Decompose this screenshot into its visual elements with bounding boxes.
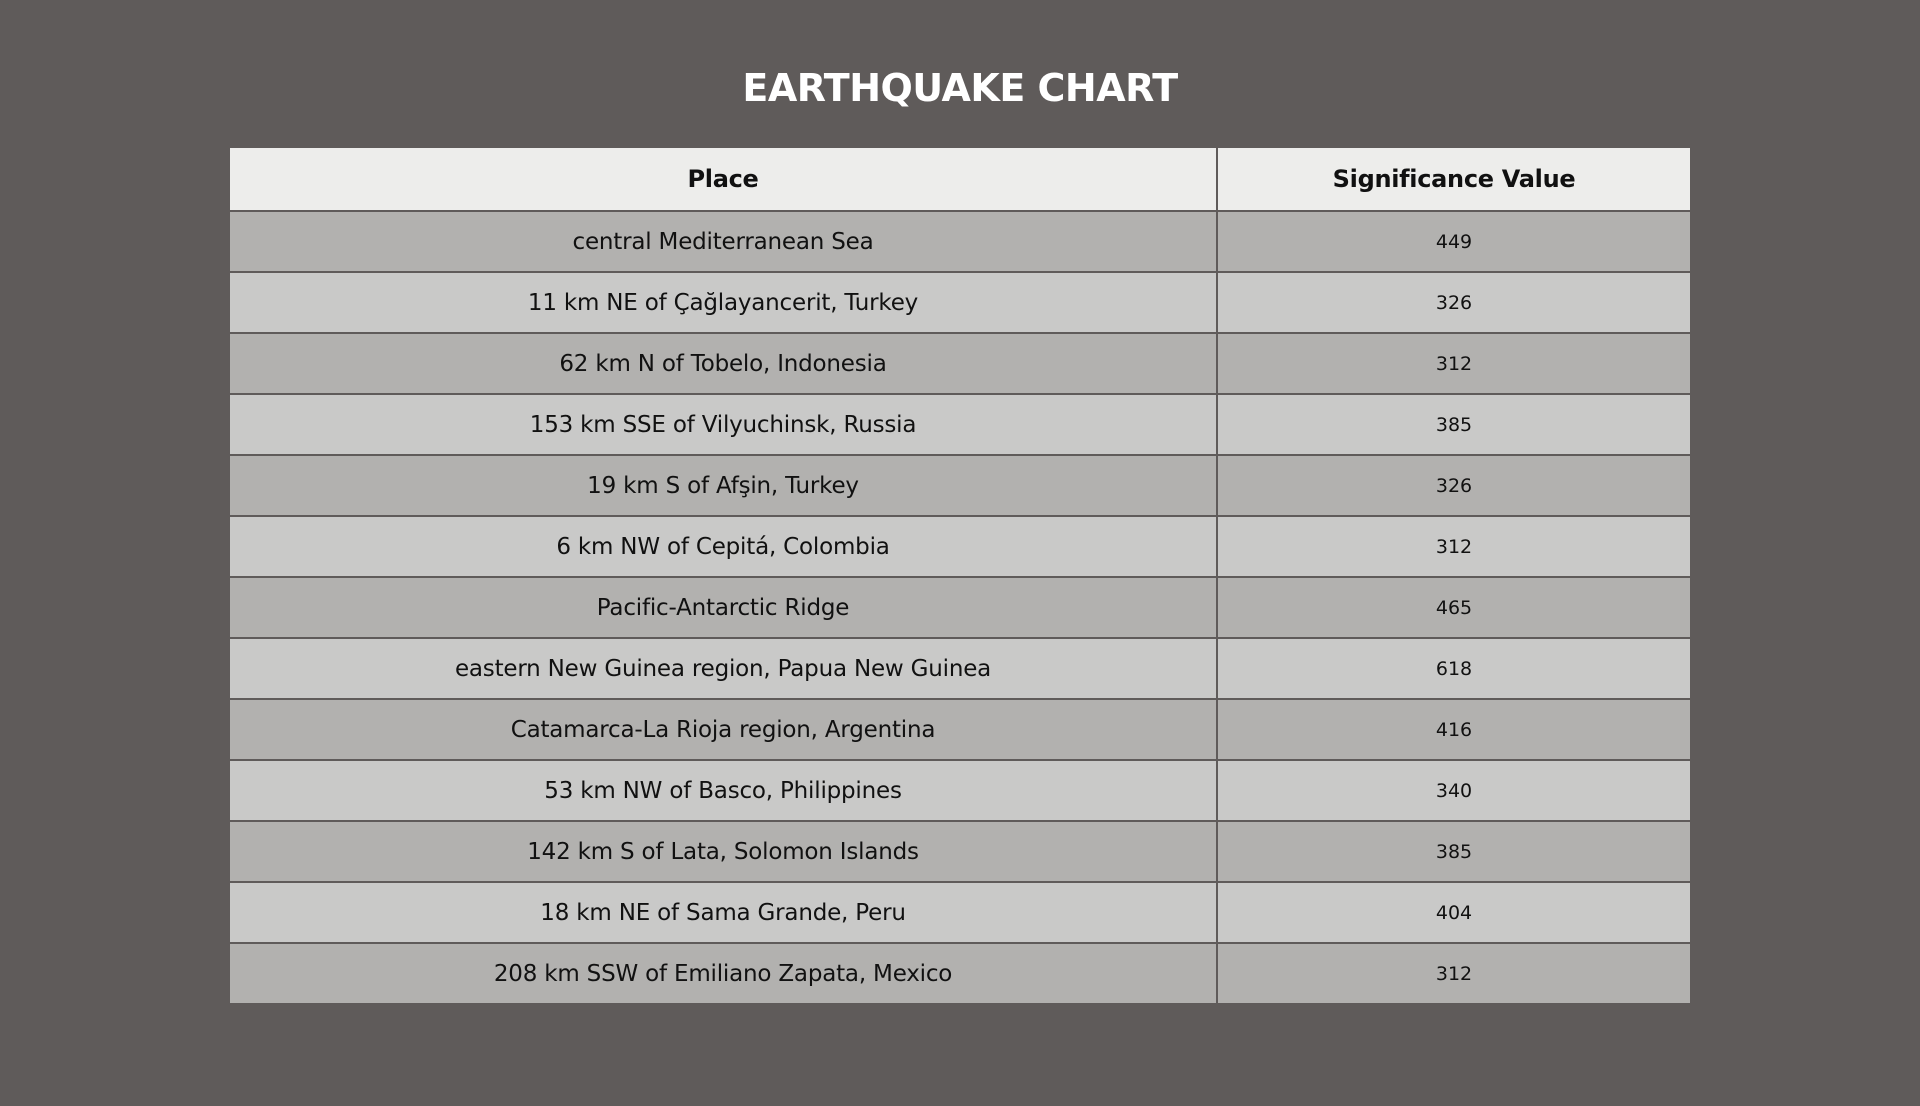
column-header-place: Place xyxy=(230,148,1218,212)
significance-value-cell: 618 xyxy=(1216,637,1690,700)
place-cell: 153 km SSE of Vilyuchinsk, Russia xyxy=(230,393,1218,456)
table-row: 18 km NE of Sama Grande, Peru 404 xyxy=(230,881,1690,944)
table-row: Pacific-Antarctic Ridge 465 xyxy=(230,576,1690,639)
table-row: central Mediterranean Sea 449 xyxy=(230,210,1690,273)
place-cell: 208 km SSW of Emiliano Zapata, Mexico xyxy=(230,942,1218,1003)
significance-value-cell: 385 xyxy=(1216,393,1690,456)
table-row: 62 km N of Tobelo, Indonesia 312 xyxy=(230,332,1690,395)
table-row: 6 km NW of Cepitá, Colombia 312 xyxy=(230,515,1690,578)
significance-value-cell: 385 xyxy=(1216,820,1690,883)
table-header-row: Place Significance Value xyxy=(230,148,1690,212)
place-cell: Pacific-Antarctic Ridge xyxy=(230,576,1218,639)
place-cell: 11 km NE of Çağlayancerit, Turkey xyxy=(230,271,1218,334)
table-row: 11 km NE of Çağlayancerit, Turkey 326 xyxy=(230,271,1690,334)
significance-value-cell: 340 xyxy=(1216,759,1690,822)
place-cell: 53 km NW of Basco, Philippines xyxy=(230,759,1218,822)
significance-value-cell: 312 xyxy=(1216,515,1690,578)
significance-value-cell: 326 xyxy=(1216,454,1690,517)
significance-value-cell: 326 xyxy=(1216,271,1690,334)
significance-value-cell: 404 xyxy=(1216,881,1690,944)
significance-value-cell: 465 xyxy=(1216,576,1690,639)
significance-value-cell: 449 xyxy=(1216,210,1690,273)
table-row: 153 km SSE of Vilyuchinsk, Russia 385 xyxy=(230,393,1690,456)
table-body: central Mediterranean Sea 449 11 km NE of … xyxy=(230,210,1690,1003)
table-row: eastern New Guinea region, Papua New Gui… xyxy=(230,637,1690,700)
place-cell: 18 km NE of Sama Grande, Peru xyxy=(230,881,1218,944)
table-row: Catamarca-La Rioja region, Argentina 416 xyxy=(230,698,1690,761)
table-row: 142 km S of Lata, Solomon Islands 385 xyxy=(230,820,1690,883)
significance-value-cell: 312 xyxy=(1216,332,1690,395)
place-cell: 19 km S of Afşin, Turkey xyxy=(230,454,1218,517)
place-cell: 62 km N of Tobelo, Indonesia xyxy=(230,332,1218,395)
table-row: 19 km S of Afşin, Turkey 326 xyxy=(230,454,1690,517)
place-cell: eastern New Guinea region, Papua New Gui… xyxy=(230,637,1218,700)
significance-value-cell: 416 xyxy=(1216,698,1690,761)
column-header-significance-value: Significance Value xyxy=(1216,148,1690,212)
table-row: 208 km SSW of Emiliano Zapata, Mexico 312 xyxy=(230,942,1690,1003)
place-cell: 142 km S of Lata, Solomon Islands xyxy=(230,820,1218,883)
table-row: 53 km NW of Basco, Philippines 340 xyxy=(230,759,1690,822)
place-cell: Catamarca-La Rioja region, Argentina xyxy=(230,698,1218,761)
significance-value-cell: 312 xyxy=(1216,942,1690,1003)
chart-title: EARTHQUAKE CHART xyxy=(742,66,1178,110)
earthquake-table: Place Significance Value central Mediter… xyxy=(230,148,1690,1003)
place-cell: central Mediterranean Sea xyxy=(230,210,1218,273)
place-cell: 6 km NW of Cepitá, Colombia xyxy=(230,515,1218,578)
